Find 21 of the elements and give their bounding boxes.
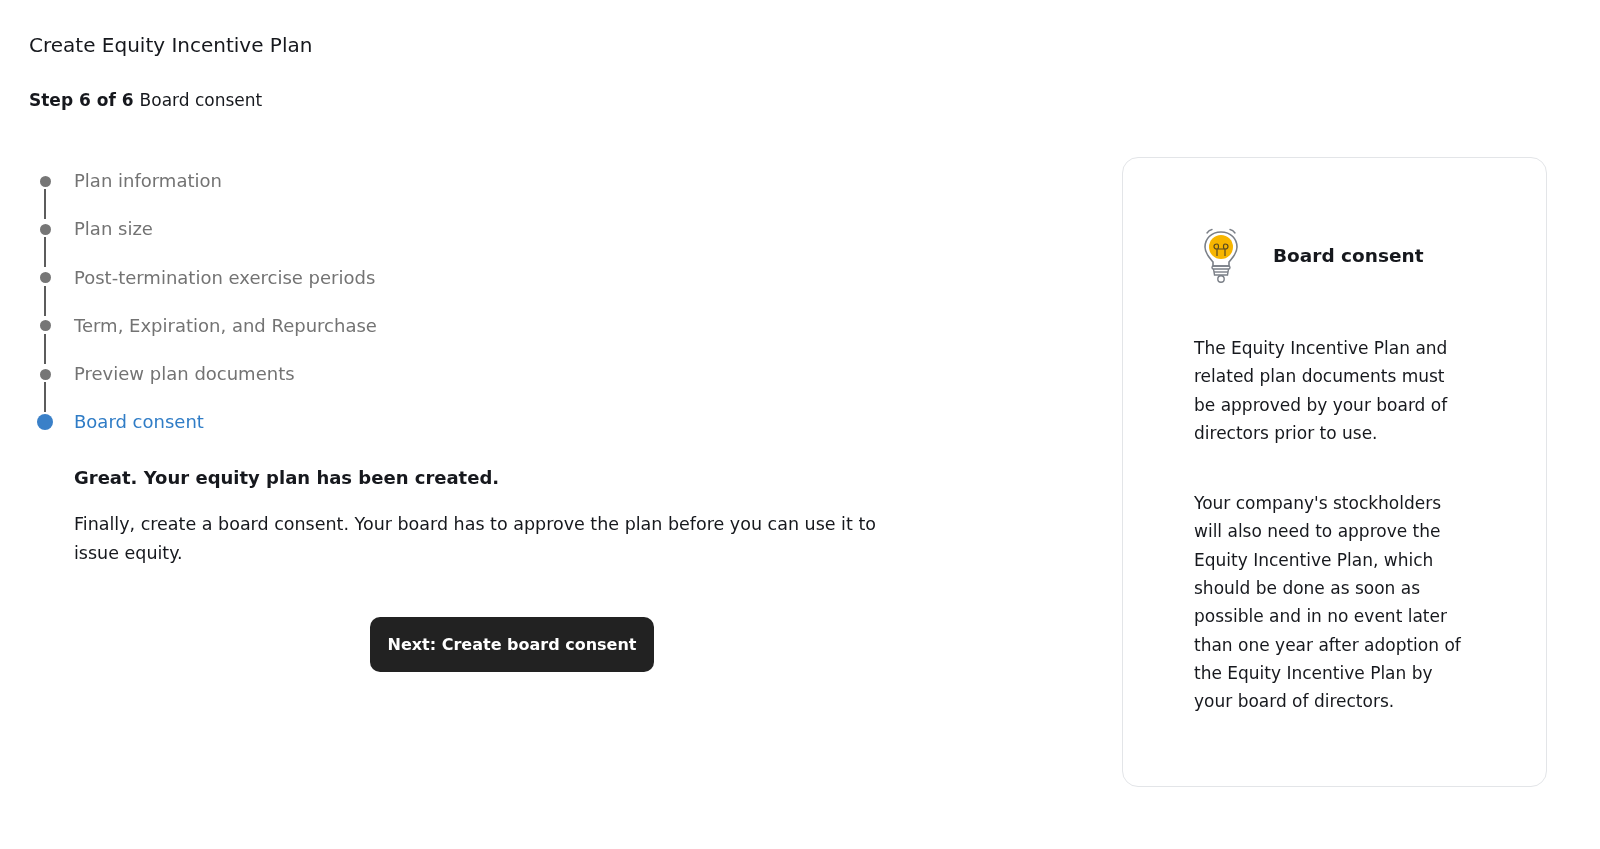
stepper-step[interactable]: Plan information: [37, 169, 222, 193]
card-paragraph: The Equity Incentive Plan and related plan documents must be approved by your board of directors prior to use.: [1194, 337, 1449, 445]
stepper-step[interactable]: Post-termination exercise periods: [37, 265, 376, 290]
step-dot-icon: [39, 320, 51, 332]
card-paragraph: Your company's stockholders will also need to approve the Equity Incentive Plan, which should be done as soon as possible and in no event later than one year after adoption of the Equity Incentive Plan by your board of directors.: [1194, 492, 1462, 714]
step-dot-icon: [37, 414, 53, 431]
create-board-consent-button[interactable]: Next: Create board consent: [369, 617, 655, 673]
step-dot-icon: [39, 368, 51, 380]
step-dot-icon: [39, 223, 51, 235]
card-title: Board consent: [1273, 244, 1424, 268]
step-dot-icon: [39, 175, 51, 187]
step-counter: Step 6 of 6: [29, 89, 134, 112]
page-title: Create Equity Incentive Plan: [29, 32, 313, 59]
success-message: Finally, create a board consent. Your board has to approve the plan before you can use it to issue equity.: [74, 513, 877, 565]
step-name: Board consent: [139, 89, 263, 112]
stepper-step[interactable]: Preview plan documents: [37, 362, 295, 387]
stepper-step[interactable]: Plan size: [37, 217, 153, 242]
stepper-step[interactable]: Term, Expiration, and Repurchase: [37, 313, 377, 338]
stepper-step[interactable]: Board consent: [37, 410, 204, 435]
success-heading: Great. Your equity plan has been created.: [74, 466, 500, 491]
step-dot-icon: [39, 272, 51, 284]
